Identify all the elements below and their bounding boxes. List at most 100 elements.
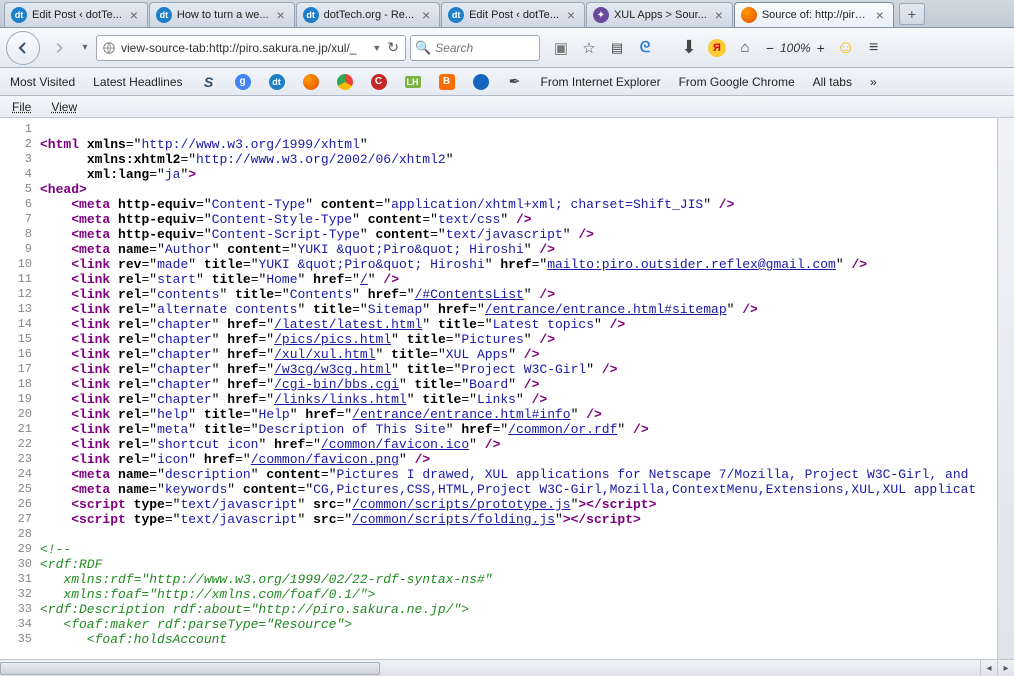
line-number: 28 — [0, 527, 40, 542]
history-dropdown-icon[interactable]: ▾ — [78, 33, 92, 63]
bookmark-item[interactable]: g — [231, 72, 255, 92]
browser-tab[interactable]: dtdotTech.org - Re...× — [296, 2, 441, 27]
bookmark-item[interactable]: B — [435, 72, 459, 92]
line-code[interactable]: <!-- — [40, 542, 1014, 557]
bookmarks-overflow-icon[interactable]: » — [866, 73, 881, 91]
scrollbar-thumb[interactable] — [0, 662, 380, 675]
line-code[interactable]: <link rel="chapter" href="/cgi-bin/bbs.c… — [40, 377, 1014, 392]
line-code[interactable]: <link rel="chapter" href="/latest/latest… — [40, 317, 1014, 332]
zoom-in-button[interactable]: + — [813, 40, 829, 56]
home-icon[interactable]: ⌂ — [734, 37, 756, 59]
new-tab-button[interactable]: + — [899, 3, 925, 25]
browser-tab[interactable]: dtEdit Post ‹ dotTe...× — [441, 2, 585, 27]
bookmark-item[interactable] — [299, 72, 323, 92]
bookmark-item[interactable] — [469, 72, 493, 92]
bookmark-item[interactable]: Latest Headlines — [89, 73, 186, 91]
line-code[interactable] — [40, 527, 1014, 542]
line-code[interactable]: <link rel="meta" title="Description of T… — [40, 422, 1014, 437]
line-code[interactable]: <meta name="Author" content="YUKI &quot;… — [40, 242, 1014, 257]
line-code[interactable]: <link rel="chapter" href="/pics/pics.htm… — [40, 332, 1014, 347]
line-code[interactable]: <link rel="contents" title="Contents" hr… — [40, 287, 1014, 302]
reader-icon[interactable]: ▤ — [606, 37, 628, 59]
downloads-icon[interactable]: ⬇ — [678, 37, 700, 59]
line-code[interactable]: <head> — [40, 182, 1014, 197]
url-dropdown-icon[interactable]: ▼ — [372, 43, 381, 53]
browser-tab[interactable]: Source of: http://piro...× — [734, 2, 894, 27]
scroll-left-icon[interactable]: ◂ — [980, 660, 997, 676]
tab-close-icon[interactable]: × — [712, 8, 726, 22]
line-code[interactable]: <meta name="description" content="Pictur… — [40, 467, 1014, 482]
menu-file[interactable]: File — [4, 98, 39, 116]
bookmark-item[interactable]: From Google Chrome — [675, 73, 799, 91]
bookmark-item[interactable]: C — [367, 72, 391, 92]
zoom-out-button[interactable]: − — [762, 40, 778, 56]
line-code[interactable]: xmlns:rdf="http://www.w3.org/1999/02/22-… — [40, 572, 1014, 587]
tab-close-icon[interactable]: × — [274, 8, 288, 22]
smiley-icon[interactable]: ☺ — [835, 37, 857, 59]
line-code[interactable]: <meta name="keywords" content="CG,Pictur… — [40, 482, 1014, 497]
bookmark-item[interactable]: ✒ — [503, 72, 527, 92]
url-input[interactable] — [121, 41, 368, 55]
menu-view[interactable]: View — [43, 98, 85, 116]
line-code[interactable]: <link rel="shortcut icon" href="/common/… — [40, 437, 1014, 452]
line-code[interactable]: <foaf:holdsAccount — [40, 632, 1014, 647]
line-code[interactable]: <link rel="chapter" href="/links/links.h… — [40, 392, 1014, 407]
line-code[interactable]: xml:lang="ja"> — [40, 167, 1014, 182]
line-code[interactable]: <html xmlns="http://www.w3.org/1999/xhtm… — [40, 137, 1014, 152]
line-code[interactable]: <link rel="chapter" href="/xul/xul.html"… — [40, 347, 1014, 362]
line-code[interactable] — [40, 122, 1014, 137]
line-code[interactable]: xmlns:xhtml2="http://www.w3.org/2002/06/… — [40, 152, 1014, 167]
bookmark-favicon: S — [201, 74, 217, 90]
site-identity-icon[interactable] — [101, 40, 117, 56]
line-code[interactable]: <link rel="help" title="Help" href="/ent… — [40, 407, 1014, 422]
webcam-icon[interactable]: ▣ — [550, 37, 572, 59]
line-code[interactable]: <foaf:maker rdf:parseType="Resource"> — [40, 617, 1014, 632]
line-number: 5 — [0, 182, 40, 197]
bookmark-item[interactable]: Most Visited — [6, 73, 79, 91]
tab-close-icon[interactable]: × — [419, 8, 433, 22]
line-number: 35 — [0, 632, 40, 647]
url-bar[interactable]: ▼ ↻ — [96, 35, 406, 61]
reload-button[interactable]: ↻ — [385, 39, 401, 56]
browser-tab[interactable]: ✦XUL Apps > Sour...× — [586, 2, 733, 27]
line-code[interactable]: xmlns:foaf="http://xmlns.com/foaf/0.1/"> — [40, 587, 1014, 602]
line-code[interactable]: <script type="text/javascript" src="/com… — [40, 497, 1014, 512]
scroll-right-icon[interactable]: ▸ — [997, 660, 1014, 676]
line-code[interactable]: <meta http-equiv="Content-Style-Type" co… — [40, 212, 1014, 227]
gesture-icon[interactable]: ᘓ — [634, 37, 656, 59]
line-code[interactable]: <rdf:RDF — [40, 557, 1014, 572]
line-code[interactable]: <meta http-equiv="Content-Type" content=… — [40, 197, 1014, 212]
line-code[interactable]: <script type="text/javascript" src="/com… — [40, 512, 1014, 527]
bookmark-item[interactable]: dt — [265, 72, 289, 92]
bookmark-item[interactable]: S — [197, 72, 221, 92]
tab-close-icon[interactable]: × — [127, 8, 141, 22]
browser-tab[interactable]: dtHow to turn a we...× — [149, 2, 295, 27]
vertical-scrollbar[interactable] — [997, 118, 1014, 659]
bookmark-star-icon[interactable]: ☆ — [578, 37, 600, 59]
browser-tab[interactable]: dtEdit Post ‹ dotTe...× — [4, 2, 148, 27]
search-bar[interactable]: 🔍 — [410, 35, 540, 61]
bookmark-item[interactable]: LH — [401, 72, 425, 92]
line-number: 17 — [0, 362, 40, 377]
line-number: 29 — [0, 542, 40, 557]
bookmark-item[interactable]: From Internet Explorer — [537, 73, 665, 91]
back-button[interactable] — [6, 31, 40, 65]
horizontal-scrollbar[interactable]: ◂ ▸ — [0, 659, 1014, 676]
bookmark-item[interactable] — [333, 72, 357, 92]
source-line: 29<!-- — [0, 542, 1014, 557]
menu-icon[interactable]: ≡ — [863, 37, 885, 59]
line-code[interactable]: <rdf:Description rdf:about="http://piro.… — [40, 602, 1014, 617]
bookmark-favicon — [473, 74, 489, 90]
bookmark-item[interactable]: All tabs — [809, 73, 856, 91]
yandex-icon[interactable]: Я — [706, 37, 728, 59]
line-code[interactable]: <link rel="icon" href="/common/favicon.p… — [40, 452, 1014, 467]
line-code[interactable]: <link rel="alternate contents" title="Si… — [40, 302, 1014, 317]
line-code[interactable]: <link rel="chapter" href="/w3cg/w3cg.htm… — [40, 362, 1014, 377]
line-code[interactable]: <link rel="start" title="Home" href="/" … — [40, 272, 1014, 287]
line-code[interactable]: <meta http-equiv="Content-Script-Type" c… — [40, 227, 1014, 242]
tab-close-icon[interactable]: × — [564, 8, 578, 22]
tab-close-icon[interactable]: × — [873, 8, 887, 22]
line-code[interactable]: <link rev="made" title="YUKI &quot;Piro&… — [40, 257, 1014, 272]
source-line: 10 <link rev="made" title="YUKI &quot;Pi… — [0, 257, 1014, 272]
source-content[interactable]: 12<html xmlns="http://www.w3.org/1999/xh… — [0, 118, 1014, 651]
